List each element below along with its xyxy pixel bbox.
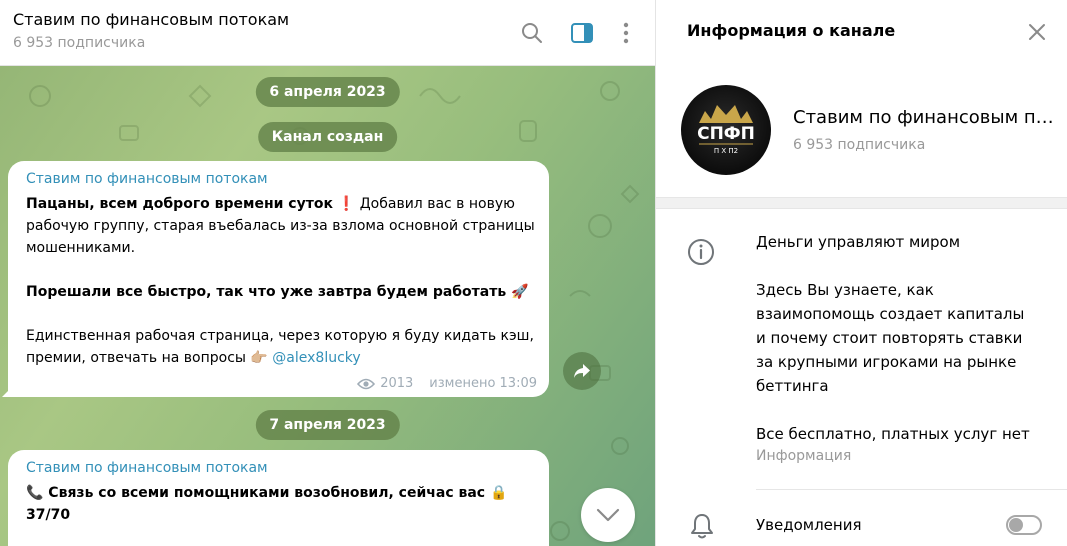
mention-link[interactable]: @alex8lucky [272,350,360,366]
chevron-down-icon [596,508,620,522]
close-button[interactable] [1024,19,1050,45]
message-bold-text-2: Порешали все быстро, так что уже завтра … [26,284,529,300]
scroll-down-button[interactable] [581,488,635,542]
service-message: Канал создан [257,122,398,152]
notifications-toggle[interactable] [1006,515,1042,535]
eye-icon [357,378,376,389]
channel-description: Деньги управляют миром Здесь Вы узнаете,… [756,230,1036,446]
chat-background: 6 апреля 2023 Канал создан Ставим по фин… [0,66,655,546]
date-pill: 7 апреля 2023 [255,410,400,440]
message-text: 📞 Связь со всеми помощниками возобновил,… [26,482,536,526]
channel-subscribers: 6 953 подписчика [793,137,926,153]
chat-panel: Ставим по финансовым потокам 6 953 подпи… [0,0,655,546]
description-line: Деньги управляют миром [756,233,961,251]
view-count: 2013 [380,376,414,391]
message-meta: 2013 изменено 13:09 [357,376,537,391]
channel-info-panel: Информация о канале СПФП П Х П2 Ставим п… [655,0,1067,546]
section-divider [656,197,1067,209]
message-text: Пацаны, всем доброго времени суток ❗ Доб… [26,193,536,369]
channel-avatar[interactable]: СПФП П Х П2 [681,85,771,175]
description-label: Информация [756,448,852,464]
edited-time: изменено 13:09 [429,376,537,391]
message-author[interactable]: Ставим по финансовым потокам [26,460,268,476]
channel-name: Ставим по финансовым потокам [793,107,1058,128]
search-icon[interactable] [518,19,546,47]
bell-icon [691,514,713,539]
channel-logo: СПФП П Х П2 [697,105,755,155]
message-bold-text: 📞 Связь со всеми помощниками возобновил,… [26,485,508,523]
chat-subscribers: 6 953 подписчика [13,35,146,51]
date-pill: 6 апреля 2023 [255,77,400,107]
share-button[interactable] [563,352,601,390]
row-separator [756,489,1067,490]
description-line: Все бесплатно, платных услуг нет [756,425,1030,443]
message-bold-text: Пацаны, всем доброго времени суток ❗ [26,196,356,212]
avatar-logo-text: СПФП [697,124,755,144]
message-bubble[interactable]: Ставим по финансовым потокам 📞 Связь со … [8,450,549,546]
sidebar-toggle-icon[interactable] [568,19,596,47]
info-icon [688,239,714,265]
description-line: Здесь Вы узнаете, как взаимопомощь созда… [756,281,1025,395]
message-author[interactable]: Ставим по финансовым потокам [26,171,268,187]
chat-title[interactable]: Ставим по финансовым потокам [13,10,289,29]
toggle-knob [1009,518,1023,532]
close-icon [1029,24,1045,40]
chat-header[interactable]: Ставим по финансовым потокам 6 953 подпи… [0,0,655,66]
message-bubble[interactable]: Ставим по финансовым потокам Пацаны, все… [2,161,549,397]
more-vertical-icon[interactable] [612,19,640,47]
notifications-label: Уведомления [756,516,862,534]
share-icon [574,364,590,378]
info-panel-title: Информация о канале [687,21,896,40]
avatar-logo-subtext: П Х П2 [714,147,738,155]
